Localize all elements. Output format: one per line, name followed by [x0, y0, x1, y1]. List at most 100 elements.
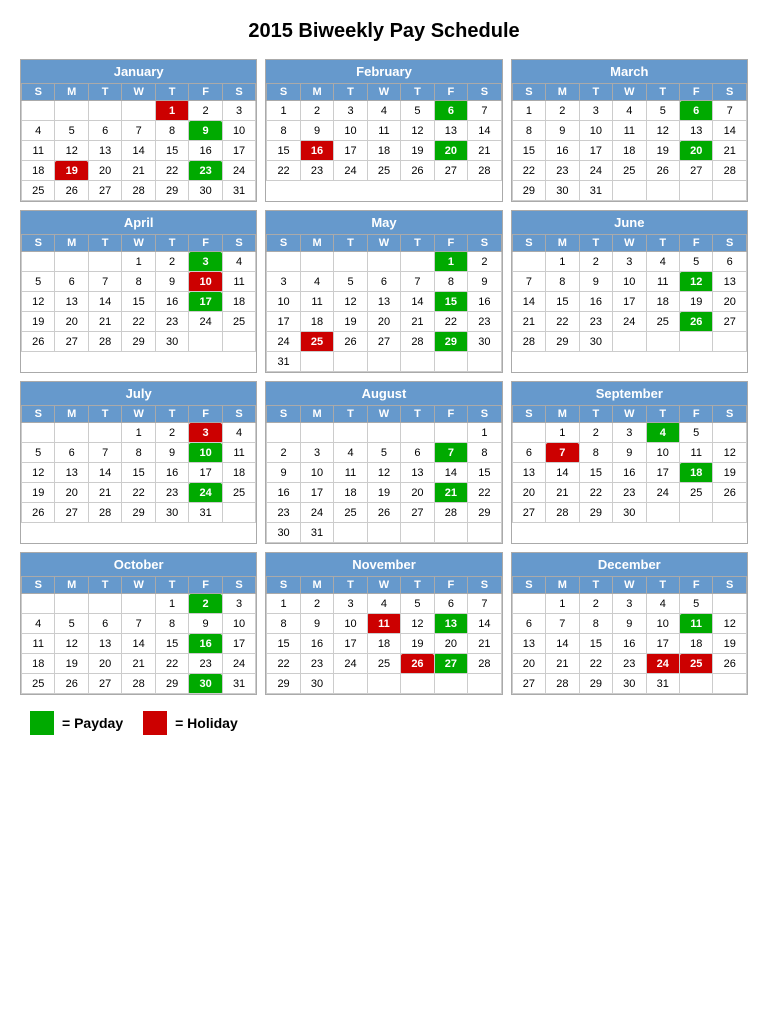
calendar-day-cell — [334, 523, 367, 543]
day-of-week-header: F — [680, 84, 713, 101]
calendar-day-cell: 15 — [579, 463, 612, 483]
calendar-day-cell — [88, 252, 121, 272]
day-of-week-header: T — [155, 84, 188, 101]
calendar-day-cell: 4 — [367, 101, 400, 121]
day-of-week-header: S — [267, 577, 300, 594]
calendar-week-row: 12345 — [512, 423, 746, 443]
calendar-week-row: 12345 — [512, 594, 746, 614]
day-of-week-header: S — [512, 577, 545, 594]
day-of-week-header: T — [579, 84, 612, 101]
calendar-day-cell: 23 — [189, 654, 222, 674]
calendar-day-cell — [367, 252, 400, 272]
calendar-day-cell: 22 — [579, 483, 612, 503]
calendar-october: OctoberSMTWTFS12345678910111213141516171… — [20, 552, 257, 695]
calendar-day-cell: 6 — [88, 614, 121, 634]
calendar-day-cell: 27 — [88, 181, 121, 201]
calendar-day-cell: 12 — [646, 121, 679, 141]
calendar-day-cell: 21 — [401, 312, 434, 332]
calendar-day-cell: 3 — [222, 594, 256, 614]
day-of-week-header: T — [88, 406, 121, 423]
calendar-day-cell: 9 — [155, 443, 188, 463]
calendar-day-cell: 17 — [613, 292, 646, 312]
calendar-day-cell: 6 — [55, 272, 88, 292]
day-of-week-header: S — [222, 235, 256, 252]
calendar-day-cell — [189, 332, 222, 352]
day-of-week-header: S — [22, 406, 55, 423]
calendar-day-cell: 27 — [434, 161, 467, 181]
calendar-day-cell: 9 — [189, 121, 222, 141]
calendar-day-cell: 26 — [680, 312, 713, 332]
calendar-day-cell: 12 — [55, 141, 88, 161]
day-of-week-header: T — [155, 577, 188, 594]
calendar-day-cell: 21 — [713, 141, 747, 161]
calendar-day-cell: 3 — [334, 101, 367, 121]
calendar-day-cell: 9 — [189, 614, 222, 634]
calendar-week-row: 17181920212223 — [267, 312, 501, 332]
calendar-week-row: 22232425262728 — [267, 654, 501, 674]
calendar-day-cell: 31 — [267, 352, 300, 372]
day-of-week-header: S — [468, 84, 502, 101]
calendar-week-row: 293031 — [512, 181, 746, 201]
calendar-day-cell: 7 — [401, 272, 434, 292]
calendar-day-cell: 11 — [222, 272, 256, 292]
calendar-week-row: 11121314151617 — [22, 141, 256, 161]
calendar-day-cell: 22 — [546, 312, 579, 332]
calendar-day-cell — [88, 101, 121, 121]
calendar-table-october: SMTWTFS123456789101112131415161718192021… — [21, 576, 256, 694]
calendar-day-cell: 4 — [367, 594, 400, 614]
calendar-day-cell: 3 — [189, 252, 222, 272]
calendar-day-cell — [222, 503, 256, 523]
calendar-day-cell: 15 — [546, 292, 579, 312]
calendar-day-cell: 19 — [55, 654, 88, 674]
calendar-day-cell — [55, 594, 88, 614]
calendar-day-cell: 8 — [267, 614, 300, 634]
calendar-day-cell — [401, 423, 434, 443]
calendar-day-cell: 8 — [579, 443, 612, 463]
day-of-week-header: S — [713, 577, 747, 594]
calendar-day-cell: 4 — [222, 423, 256, 443]
calendar-day-cell: 12 — [55, 634, 88, 654]
calendar-day-cell: 5 — [401, 101, 434, 121]
calendar-day-cell — [401, 352, 434, 372]
calendar-day-cell: 21 — [88, 312, 121, 332]
calendar-day-cell: 27 — [55, 332, 88, 352]
day-of-week-header: W — [367, 84, 400, 101]
calendar-day-cell: 23 — [546, 161, 579, 181]
calendar-day-cell — [512, 423, 545, 443]
calendar-day-cell: 22 — [155, 161, 188, 181]
calendar-day-cell: 11 — [680, 614, 713, 634]
day-of-week-header: M — [546, 577, 579, 594]
calendar-day-cell: 7 — [546, 614, 579, 634]
calendar-day-cell — [367, 523, 400, 543]
calendar-day-cell: 3 — [579, 101, 612, 121]
day-of-week-header: W — [613, 577, 646, 594]
calendar-day-cell: 15 — [155, 634, 188, 654]
calendar-day-cell — [88, 594, 121, 614]
calendar-day-cell: 28 — [468, 654, 502, 674]
calendar-day-cell: 27 — [680, 161, 713, 181]
calendar-day-cell: 3 — [613, 252, 646, 272]
calendar-day-cell: 28 — [468, 161, 502, 181]
calendar-day-cell — [334, 423, 367, 443]
calendar-day-cell: 20 — [401, 483, 434, 503]
calendar-day-cell: 22 — [267, 654, 300, 674]
calendar-day-cell: 8 — [579, 614, 612, 634]
calendar-day-cell: 9 — [300, 614, 333, 634]
calendar-day-cell: 27 — [401, 503, 434, 523]
calendar-day-cell: 11 — [222, 443, 256, 463]
day-of-week-header: W — [367, 235, 400, 252]
calendar-day-cell: 3 — [334, 594, 367, 614]
holiday-label: = Holiday — [175, 715, 238, 731]
calendar-day-cell: 11 — [22, 634, 55, 654]
calendar-day-cell: 18 — [22, 654, 55, 674]
calendar-day-cell: 6 — [434, 101, 467, 121]
calendar-day-cell: 1 — [512, 101, 545, 121]
calendar-week-row: 1234567 — [512, 101, 746, 121]
calendar-day-cell: 17 — [222, 141, 256, 161]
calendar-day-cell: 1 — [468, 423, 502, 443]
calendar-week-row: 25262728293031 — [22, 181, 256, 201]
calendar-day-cell: 1 — [122, 423, 155, 443]
calendar-day-cell: 13 — [55, 463, 88, 483]
calendar-day-cell: 11 — [680, 443, 713, 463]
calendar-day-cell: 1 — [267, 594, 300, 614]
